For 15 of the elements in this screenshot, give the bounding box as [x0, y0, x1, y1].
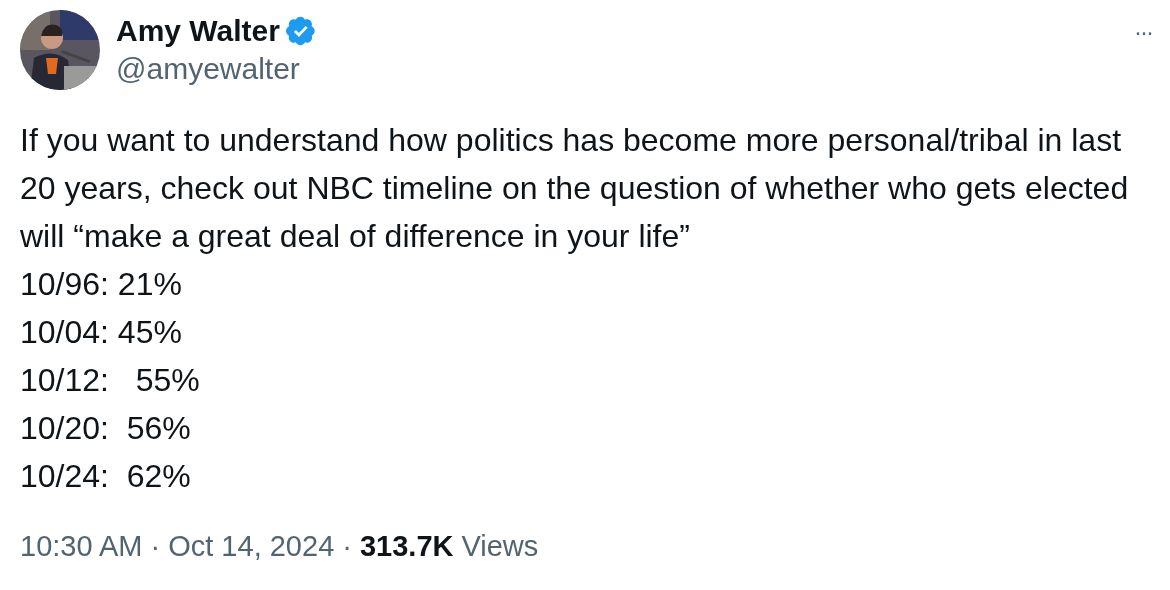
- tweet-date[interactable]: Oct 14, 2024: [168, 530, 335, 563]
- views-label: Views: [461, 530, 539, 563]
- tweet-time[interactable]: 10:30 AM: [20, 530, 143, 563]
- poll-line: 10/24: 62%: [20, 457, 191, 496]
- author-name[interactable]: Amy Walter: [116, 14, 280, 48]
- tweet-text: If you want to understand how politics has become more personal/tribal in last 20 years, check out NBC timeline on the question of whether who gets elected will “make a great deal of difference in your life”: [20, 121, 1130, 256]
- poll-line: 10/12: 55%: [20, 361, 200, 400]
- poll-line: 10/20: 56%: [20, 409, 191, 448]
- poll-line: 10/96: 21%: [20, 265, 182, 304]
- separator: ·: [150, 530, 161, 563]
- view-count: 313.7K: [359, 530, 454, 563]
- poll-line: 10/04: 45%: [20, 313, 182, 352]
- more-button[interactable]: ···: [1134, 18, 1152, 46]
- separator: ·: [342, 530, 352, 563]
- author-handle[interactable]: @amyewalter: [116, 52, 317, 86]
